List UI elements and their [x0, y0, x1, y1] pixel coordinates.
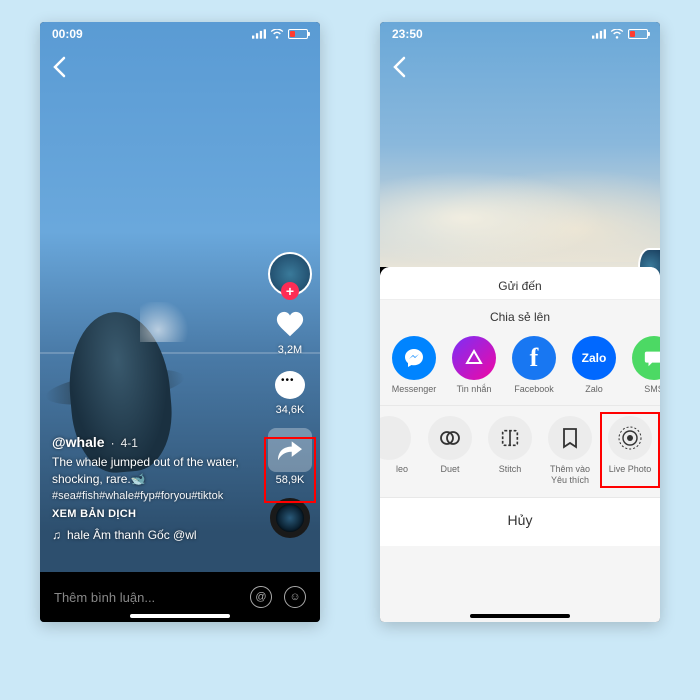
like-count: 3,2M: [278, 344, 302, 356]
post-date: 4-1: [121, 436, 138, 450]
sound-row[interactable]: ♫ hale Âm thanh Gốc @wl: [52, 528, 250, 542]
music-note-icon: ♫: [52, 528, 61, 542]
home-indicator[interactable]: [130, 614, 230, 618]
actions-row[interactable]: leo Duet Stitch Thêm vào Yêu thích Live …: [380, 405, 660, 498]
wifi-icon: [270, 29, 284, 39]
video-info: @whale · 4-1 The whale jumped out of the…: [52, 434, 250, 542]
phone-screenshot-right: 23:50 Gửi đến Chia sẻ lên Messenger Tin …: [380, 22, 660, 622]
highlight-box-share: [264, 437, 316, 503]
video-hashtags[interactable]: #sea#fish#whale#fyp#foryou#tiktok: [52, 490, 250, 502]
share-app-zalo[interactable]: Zalo Zalo: [568, 336, 620, 395]
sound-disc[interactable]: [270, 498, 310, 538]
share-apps-row[interactable]: Messenger Tin nhắn f Facebook Zalo Zalo …: [380, 330, 660, 405]
action-duet[interactable]: Duet: [424, 416, 476, 486]
author-avatar[interactable]: +: [268, 252, 312, 296]
author-username[interactable]: @whale: [52, 434, 105, 450]
comment-button[interactable]: 34,6K: [273, 368, 307, 416]
zalo-icon: Zalo: [572, 336, 616, 380]
share-sheet: Gửi đến Chia sẻ lên Messenger Tin nhắn f…: [380, 267, 660, 622]
phone-screenshot-left: 00:09 + 3,2M 34,6K 58,9K @whale ·: [40, 22, 320, 622]
duet-icon: [428, 416, 472, 460]
follow-plus-icon[interactable]: +: [281, 282, 299, 300]
bookmark-icon: [548, 416, 592, 460]
messenger-icon: [392, 336, 436, 380]
sound-title: hale Âm thanh Gốc @wl: [67, 528, 197, 542]
status-bar: 00:09: [40, 22, 320, 46]
mention-icon[interactable]: @: [250, 586, 272, 608]
comment-count: 34,6K: [276, 404, 305, 416]
status-time: 00:09: [52, 27, 83, 41]
emoji-icon[interactable]: ☺: [284, 586, 306, 608]
prev-icon: [380, 416, 411, 460]
share-app-messages[interactable]: Tin nhắn: [448, 336, 500, 395]
battery-icon: [288, 29, 308, 39]
video-background: [380, 22, 660, 267]
comment-input[interactable]: Thêm bình luận...: [54, 590, 242, 605]
back-button[interactable]: [52, 56, 66, 84]
like-button[interactable]: 3,2M: [273, 308, 307, 356]
share-app-facebook[interactable]: f Facebook: [508, 336, 560, 395]
highlight-box-livephoto: [600, 412, 660, 488]
battery-icon: [628, 29, 648, 39]
translate-button[interactable]: XEM BẢN DỊCH: [52, 508, 250, 520]
status-time: 23:50: [392, 27, 423, 41]
send-to-header: Gửi đến: [380, 267, 660, 300]
facebook-icon: f: [512, 336, 556, 380]
home-indicator[interactable]: [470, 614, 570, 618]
comment-icon: [275, 371, 305, 399]
wifi-icon: [610, 29, 624, 39]
action-live-photo[interactable]: Live Photo: [604, 416, 656, 486]
action-stitch[interactable]: Stitch: [484, 416, 536, 486]
heart-icon: [275, 310, 305, 340]
signal-icon: [592, 29, 606, 39]
signal-icon: [252, 29, 266, 39]
status-bar: 23:50: [380, 22, 660, 46]
stitch-icon: [488, 416, 532, 460]
action-prev[interactable]: leo: [388, 416, 416, 486]
share-app-messenger[interactable]: Messenger: [388, 336, 440, 395]
messages-icon: [452, 336, 496, 380]
video-caption: The whale jumped out of the water, shock…: [52, 454, 250, 488]
action-favorite[interactable]: Thêm vào Yêu thích: [544, 416, 596, 486]
share-to-header: Chia sẻ lên: [380, 300, 660, 330]
sms-icon: [632, 336, 660, 380]
share-app-sms[interactable]: SMS: [628, 336, 660, 395]
back-button[interactable]: [392, 56, 406, 84]
cancel-button[interactable]: Hủy: [380, 497, 660, 546]
